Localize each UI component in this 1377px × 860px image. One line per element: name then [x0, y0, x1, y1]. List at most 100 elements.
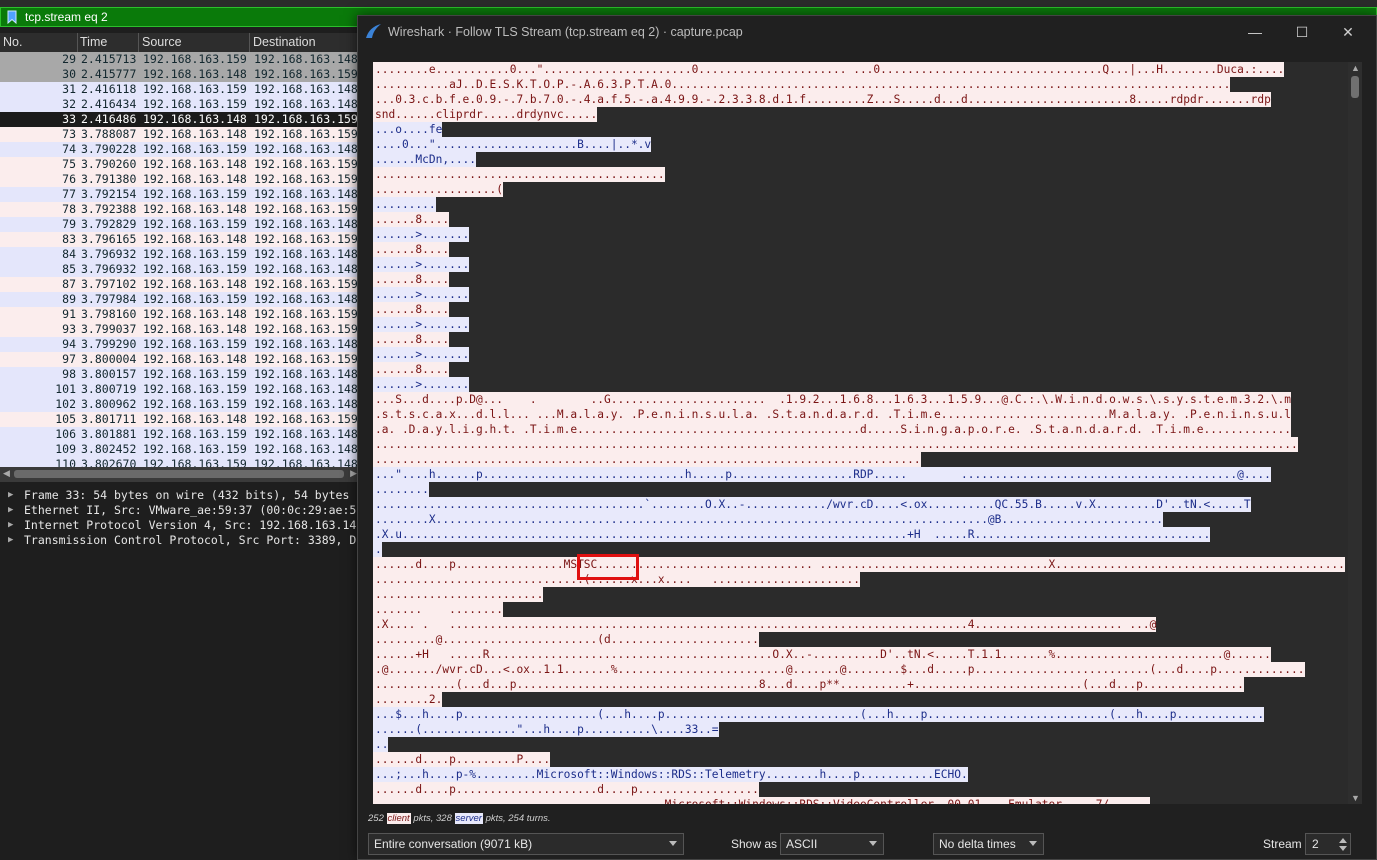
detail-frame[interactable]: ▶ Frame 33: 54 bytes on wire (432 bits), … [0, 488, 360, 503]
delta-times-select[interactable]: No delta times [933, 833, 1044, 855]
packet-row[interactable]: 93 3.799037 192.168.163.148 192.168.163.159 [0, 322, 360, 337]
scrollbar-thumb[interactable] [1351, 76, 1359, 98]
packet-row[interactable]: 78 3.792388 192.168.163.148 192.168.163.159 [0, 202, 360, 217]
stream-line: ......8.... [373, 302, 1348, 317]
packet-time: 2.416118 [81, 82, 137, 96]
stream-line: ..................( [373, 182, 1348, 197]
client-data: ........................................… [373, 452, 921, 467]
bookmark-icon[interactable] [5, 9, 19, 25]
packet-no: 84 [62, 247, 76, 261]
stream-line: .@......./wvr.cD...<.ox..1.1.......%....… [373, 662, 1348, 677]
detail-ethernet[interactable]: ▶ Ethernet II, Src: VMware_ae:59:37 (00:0… [0, 503, 360, 518]
stream-line: ........................................… [373, 437, 1348, 452]
packet-row[interactable]: 91 3.798160 192.168.163.148 192.168.163.159 [0, 307, 360, 322]
packet-time: 2.415777 [81, 67, 137, 81]
client-data: ...S...d....p.D@... . ..G...............… [373, 392, 1292, 407]
client-data: .s.t.s.c.a.x...d.l.l... ...M.a.l.a.y. .P… [373, 407, 1292, 422]
expand-arrow-icon[interactable]: ▶ [8, 503, 13, 518]
packet-row[interactable]: 85 3.796932 192.168.163.159 192.168.163.148 [0, 262, 360, 277]
dialog-titlebar[interactable]: Wireshark · Follow TLS Stream (tcp.strea… [358, 16, 1376, 48]
spin-down-icon[interactable] [1339, 846, 1347, 851]
stream-content[interactable]: ........e...........0..."...............… [373, 62, 1348, 804]
packet-time: 2.416434 [81, 97, 137, 111]
packet-src: 192.168.163.159 [143, 427, 247, 441]
packet-row[interactable]: 31 2.416118 192.168.163.159 192.168.163.148 [0, 82, 360, 97]
column-destination[interactable]: Destination [253, 35, 316, 49]
packet-row[interactable]: 102 3.800962 192.168.163.159 192.168.163.14… [0, 397, 360, 412]
client-data: ...........aJ..D.E.S.K.T.O.P.-.A.6.3.P.T… [373, 77, 1231, 92]
packet-row[interactable]: 89 3.797984 192.168.163.159 192.168.163.148 [0, 292, 360, 307]
horizontal-scrollbar[interactable]: ◀ ▶ [0, 467, 360, 481]
packet-row[interactable]: 30 2.415777 192.168.163.148 192.168.163.159 [0, 67, 360, 82]
server-data: ......>....... [373, 227, 470, 242]
stream-summary: 252 client pkts, 328 server pkts, 254 tu… [368, 813, 551, 824]
server-data: ......>....... [373, 317, 470, 332]
column-source[interactable]: Source [142, 35, 182, 49]
packet-row[interactable]: 77 3.792154 192.168.163.159 192.168.163.148 [0, 187, 360, 202]
close-icon[interactable]: ✕ [1333, 20, 1363, 44]
packet-src: 192.168.163.159 [143, 397, 247, 411]
packet-no: 30 [62, 67, 76, 81]
server-data: ........................................… [373, 497, 1251, 512]
spin-up-icon[interactable] [1339, 838, 1347, 843]
scrollbar-thumb[interactable] [14, 470, 344, 478]
stream-line: ........e...........0..."...............… [373, 62, 1348, 77]
packet-no: 91 [62, 307, 76, 321]
packet-row[interactable]: 106 3.801881 192.168.163.159 192.168.163.14… [0, 427, 360, 442]
packet-dst: 192.168.163.148 [254, 427, 358, 441]
vertical-scrollbar[interactable]: ▲ ▼ [1348, 62, 1362, 804]
packet-row[interactable]: 73 3.788087 192.168.163.148 192.168.163.159 [0, 127, 360, 142]
packet-row[interactable]: 76 3.791380 192.168.163.148 192.168.163.159 [0, 172, 360, 187]
packet-row[interactable]: 32 2.416434 192.168.163.159 192.168.163.148 [0, 97, 360, 112]
packet-row[interactable]: 97 3.800004 192.168.163.148 192.168.163.159 [0, 352, 360, 367]
packet-row[interactable]: 101 3.800719 192.168.163.159 192.168.163.14… [0, 382, 360, 397]
packet-src: 192.168.163.159 [143, 97, 247, 111]
expand-arrow-icon[interactable]: ▶ [8, 488, 13, 503]
expand-arrow-icon[interactable]: ▶ [8, 533, 13, 548]
packet-row[interactable]: 94 3.799290 192.168.163.159 192.168.163.148 [0, 337, 360, 352]
packet-row[interactable]: 79 3.792829 192.168.163.159 192.168.163.148 [0, 217, 360, 232]
packet-no: 102 [55, 397, 76, 411]
packet-dst: 192.168.163.159 [254, 157, 358, 171]
packet-row[interactable]: 84 3.796932 192.168.163.159 192.168.163.148 [0, 247, 360, 262]
packet-src: 192.168.163.159 [143, 262, 247, 276]
packet-dst: 192.168.163.148 [254, 382, 358, 396]
scroll-left-icon[interactable]: ◀ [3, 468, 10, 479]
packet-row[interactable]: 98 3.800157 192.168.163.159 192.168.163.148 [0, 367, 360, 382]
packet-row[interactable]: 87 3.797102 192.168.163.148 192.168.163.159 [0, 277, 360, 292]
packet-time: 3.800004 [81, 352, 137, 366]
packet-details[interactable]: ▶ Frame 33: 54 bytes on wire (432 bits), … [0, 481, 360, 860]
conversation-select[interactable]: Entire conversation (9071 kB) [368, 833, 684, 855]
packet-row[interactable]: 109 3.802452 192.168.163.159 192.168.163.14… [0, 442, 360, 457]
expand-arrow-icon[interactable]: ▶ [8, 518, 13, 533]
packet-no: 98 [62, 367, 76, 381]
column-no[interactable]: No. [3, 35, 22, 49]
server-data: ....0...".....................B....|..*.… [373, 137, 652, 152]
minimize-icon[interactable]: — [1240, 20, 1270, 44]
detail-tcp[interactable]: ▶ Transmission Control Protocol, Src Port… [0, 533, 360, 548]
stream-line: ......(.............."...h....p.........… [373, 722, 1348, 737]
packet-row[interactable]: 105 3.801711 192.168.163.148 192.168.163.15… [0, 412, 360, 427]
packet-row[interactable]: 29 2.415713 192.168.163.159 192.168.163.148 [0, 52, 360, 67]
stream-number-spinbox[interactable]: 2 [1305, 833, 1351, 855]
packet-row[interactable]: 74 3.790228 192.168.163.159 192.168.163.148 [0, 142, 360, 157]
packet-row[interactable]: 83 3.796165 192.168.163.148 192.168.163.159 [0, 232, 360, 247]
stream-line: ...0.3.c.b.f.e.0.9.-.7.b.7.0.-.4.a.f.5.-… [373, 92, 1348, 107]
client-data: ......................... [373, 587, 544, 602]
scroll-right-icon[interactable]: ▶ [350, 468, 357, 479]
maximize-icon[interactable]: ☐ [1287, 20, 1317, 44]
stream-line: . [373, 542, 1348, 557]
detail-ip[interactable]: ▶ Internet Protocol Version 4, Src: 192.1… [0, 518, 360, 533]
packet-no: 75 [62, 157, 76, 171]
packet-row[interactable]: 33 2.416486 192.168.163.148 192.168.163.159 [0, 112, 360, 127]
scroll-up-icon[interactable]: ▲ [1351, 63, 1360, 73]
packet-row[interactable]: 75 3.790260 192.168.163.148 192.168.163.159 [0, 157, 360, 172]
packet-src: 192.168.163.148 [143, 67, 247, 81]
packet-src: 192.168.163.159 [143, 187, 247, 201]
scroll-down-icon[interactable]: ▼ [1351, 793, 1360, 803]
display-filter-input[interactable]: tcp.stream eq 2 [25, 10, 108, 24]
packet-list[interactable]: No. Time Source Destination 29 2.415713 19… [0, 33, 360, 481]
show-as-select[interactable]: ASCII [780, 833, 884, 855]
column-time[interactable]: Time [80, 35, 107, 49]
client-tag: client [386, 813, 411, 824]
